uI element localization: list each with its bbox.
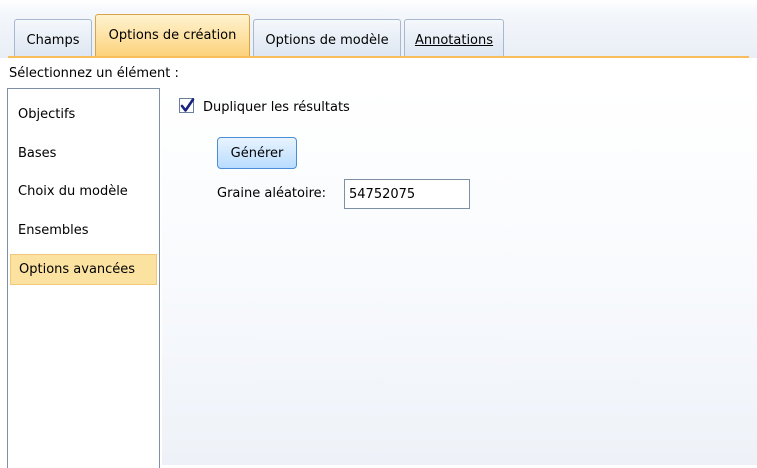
sidebar-item-label: Ensembles: [18, 223, 89, 238]
sidebar-item-ensembles[interactable]: Ensembles: [10, 215, 157, 246]
checkmark-icon: [180, 98, 195, 112]
tab-label: Options de modèle: [265, 32, 389, 48]
sidebar-item-label: Options avancées: [19, 262, 136, 277]
tab-label: Champs: [26, 32, 80, 48]
duplicate-results-checkbox[interactable]: [179, 98, 195, 113]
random-seed-input[interactable]: 54752075: [344, 179, 470, 209]
sidebar-item-objectifs[interactable]: Objectifs: [10, 99, 157, 130]
select-element-prompt: Sélectionnez un élément :: [9, 66, 179, 81]
sidebar-item-bases[interactable]: Bases: [10, 138, 157, 169]
tab-options-de-modele[interactable]: Options de modèle: [253, 19, 401, 56]
tab-champs[interactable]: Champs: [14, 19, 92, 56]
sidebar-item-label: Bases: [18, 146, 57, 161]
sidebar-item-choix-du-modele[interactable]: Choix du modèle: [10, 176, 157, 207]
generate-button-label: Générer: [230, 145, 284, 161]
tab-bar: Champs Options de création Options de mo…: [0, 0, 757, 58]
generate-button[interactable]: Générer: [217, 137, 297, 169]
sidebar-item-label: Choix du modèle: [18, 184, 128, 199]
random-seed-label: Graine aléatoire:: [217, 186, 327, 201]
element-list: Objectifs Bases Choix du modèle Ensemble…: [7, 88, 160, 468]
tab-label: Options de création: [108, 28, 237, 43]
sidebar-item-label: Objectifs: [18, 107, 76, 122]
duplicate-results-label[interactable]: Dupliquer les résultats: [203, 100, 350, 115]
tab-annotations[interactable]: Annotations: [404, 19, 504, 56]
tab-options-de-creation[interactable]: Options de création: [95, 14, 250, 56]
tab-label: Annotations: [414, 32, 494, 48]
tab-bar-accent-line: [8, 56, 749, 58]
sidebar-item-options-avancees[interactable]: Options avancées: [10, 254, 157, 285]
